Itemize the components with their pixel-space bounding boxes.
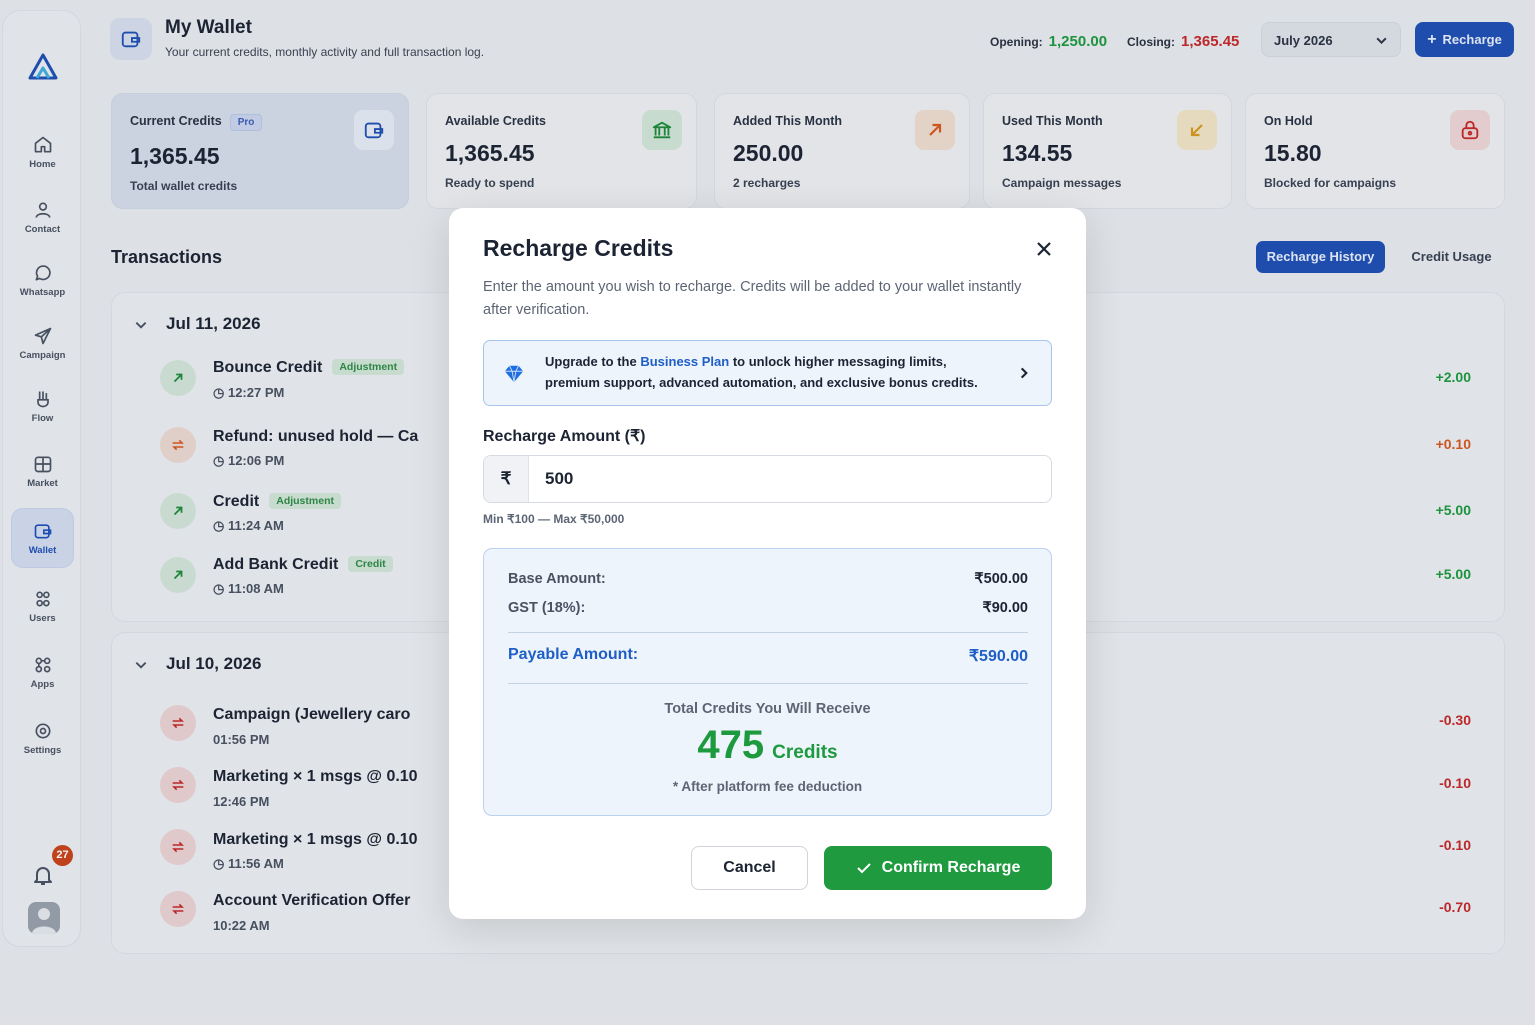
total-credits-value: 475 — [697, 723, 765, 767]
amount-input[interactable] — [529, 456, 1049, 502]
upgrade-banner[interactable]: Upgrade to the Business Plan to unlock h… — [483, 340, 1052, 406]
base-amount-row: Base Amount: ₹500.00 — [508, 571, 1028, 587]
check-icon — [856, 863, 871, 874]
divider — [508, 683, 1028, 684]
total-credits: 475 Credits — [484, 723, 1051, 768]
gst-row: GST (18%): ₹90.00 — [508, 600, 1028, 616]
divider — [508, 632, 1028, 633]
confirm-label: Confirm Recharge — [881, 859, 1021, 876]
base-amount-value: ₹500.00 — [974, 571, 1028, 587]
upgrade-text-pre: Upgrade to the — [545, 354, 641, 369]
upgrade-text: Upgrade to the Business Plan to unlock h… — [545, 352, 1005, 393]
total-credits-label: Total Credits You Will Receive — [664, 701, 871, 717]
recharge-modal: Recharge Credits Enter the amount you wi… — [449, 208, 1086, 919]
total-credits-unit: Credits — [772, 742, 838, 763]
close-icon[interactable] — [1035, 240, 1053, 258]
currency-prefix: ₹ — [484, 456, 529, 502]
payable-value: ₹590.00 — [968, 648, 1028, 665]
modal-title: Recharge Credits — [483, 235, 674, 261]
payable-row: Payable Amount: ₹590.00 — [508, 646, 1028, 665]
business-plan-link[interactable]: Business Plan — [640, 354, 729, 369]
payable-label: Payable Amount: — [508, 646, 639, 663]
chevron-right-icon — [1020, 367, 1028, 379]
amount-field: ₹ — [483, 455, 1052, 503]
base-amount-label: Base Amount: — [508, 571, 606, 587]
fee-note: * After platform fee deduction — [672, 779, 863, 794]
gst-value: ₹90.00 — [982, 600, 1028, 616]
confirm-recharge-button[interactable]: Confirm Recharge — [824, 846, 1052, 890]
modal-description: Enter the amount you wish to recharge. C… — [483, 279, 1022, 318]
amount-hint: Min ₹100 — Max ₹50,000 — [483, 512, 625, 526]
cancel-button[interactable]: Cancel — [691, 846, 808, 890]
amount-label: Recharge Amount (₹) — [483, 428, 646, 445]
payment-summary: Base Amount: ₹500.00 GST (18%): ₹90.00 P… — [483, 548, 1052, 816]
gst-label: GST (18%): — [508, 600, 586, 616]
diamond-icon — [504, 365, 524, 383]
